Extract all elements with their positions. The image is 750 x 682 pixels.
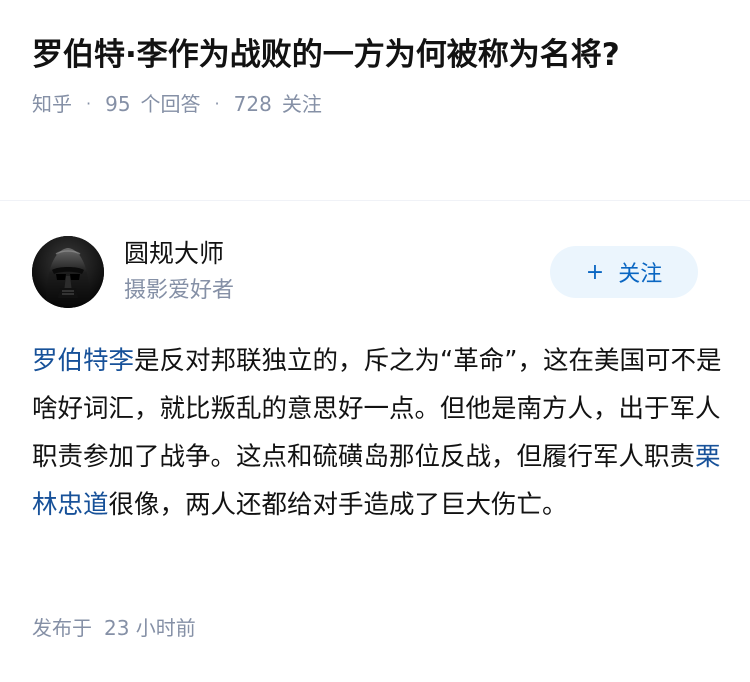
answer-content: 罗伯特李是反对邦联独立的，斥之为“革命”，这在美国可不是啥好词汇，就比叛乱的意思… (32, 337, 722, 529)
question-meta: 知乎 · 95 个回答 · 728 关注 (32, 90, 692, 118)
meta-separator: · (214, 94, 220, 113)
follow-count-label: 关注 (281, 92, 322, 116)
published-time: 23 小时前 (104, 616, 196, 640)
publish-info: 发布于 23 小时前 (32, 614, 196, 642)
darth-vader-avatar-icon (32, 236, 104, 308)
published-label: 发布于 (32, 616, 92, 640)
follow-button[interactable]: + 关注 (550, 246, 698, 298)
answer-text: 是反对邦联独立的，斥之为“革命”，这在美国可不是啥好词汇，就比叛乱的意思好一点。… (32, 346, 722, 472)
follow-count: 728 (233, 92, 272, 116)
author-name[interactable]: 圆规大师 (124, 238, 224, 270)
answer-count-label: 个回答 (140, 92, 201, 116)
plus-icon: + (585, 259, 605, 285)
question-title[interactable]: 罗伯特·李作为战败的一方为何被称为名将? (32, 32, 692, 78)
answer-count: 95 (105, 92, 131, 116)
author-card: 圆规大师 摄影爱好者 + 关注 (32, 236, 718, 308)
answer-text: 很像，两人还都给对手造成了巨大伤亡。 (108, 490, 568, 520)
section-divider (0, 200, 750, 201)
author-bio: 摄影爱好者 (124, 278, 235, 303)
avatar[interactable] (32, 236, 104, 308)
meta-separator: · (86, 94, 92, 113)
answer-link-robert-lee[interactable]: 罗伯特李 (32, 346, 134, 376)
question-header: 罗伯特·李作为战败的一方为何被称为名将? 知乎 · 95 个回答 · 728 关… (32, 32, 692, 118)
follow-button-label: 关注 (618, 262, 663, 287)
source-label[interactable]: 知乎 (32, 90, 72, 118)
